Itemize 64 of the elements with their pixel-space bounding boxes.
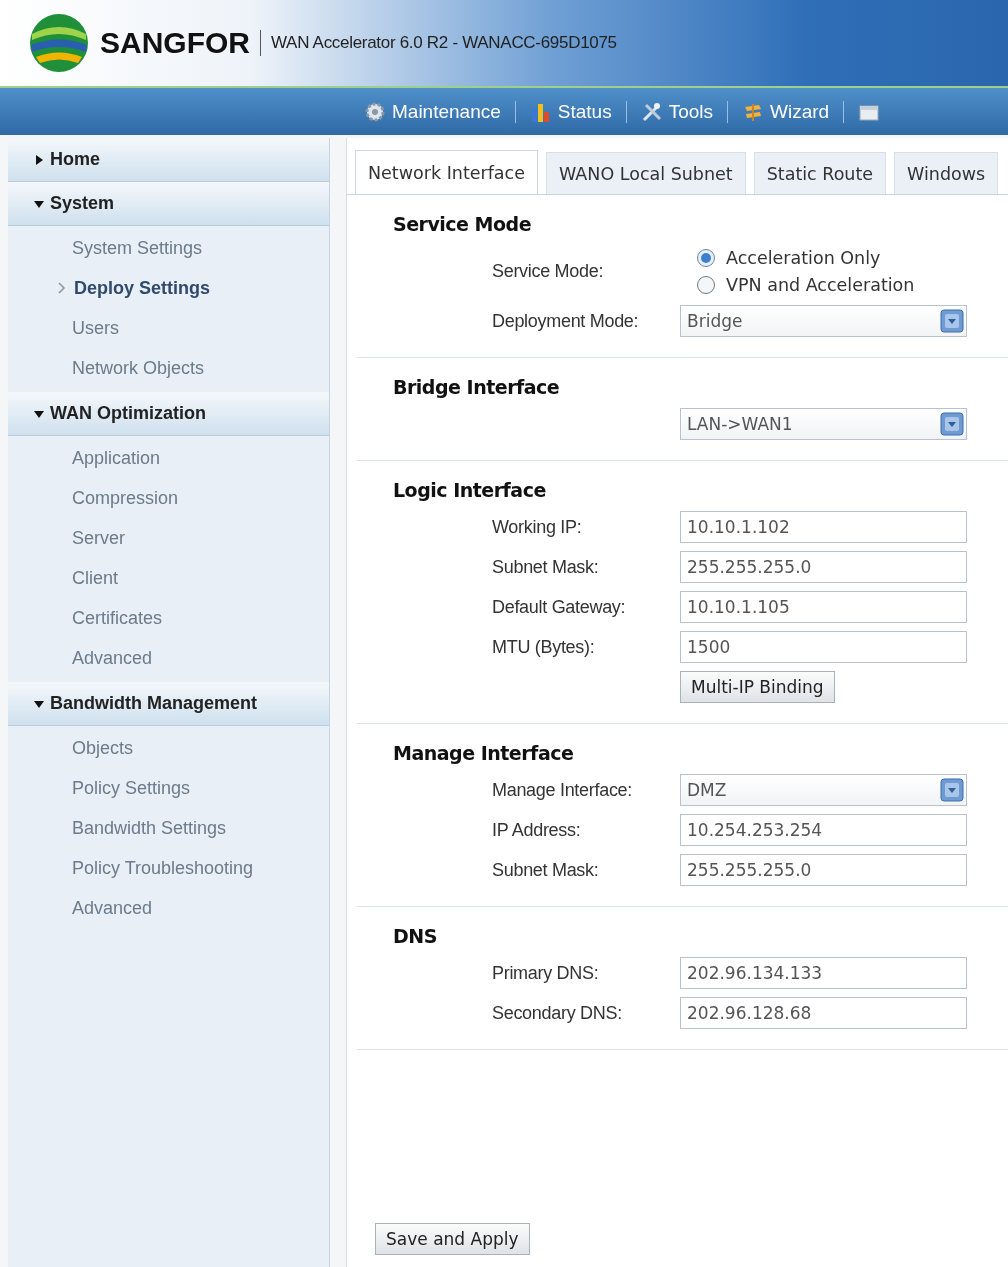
sidebar-item[interactable]: Deploy Settings [8, 268, 329, 308]
input-field[interactable]: 202.96.128.68 [680, 997, 967, 1029]
app-title: WAN Accelerator 6.0 R2 - WANACC-695D1075 [271, 33, 617, 53]
section-title: Bridge Interface [393, 375, 561, 400]
field-label: Manage Interface: [492, 779, 633, 801]
field-label: Deployment Mode: [492, 310, 640, 332]
input-field[interactable]: 202.96.134.133 [680, 957, 967, 989]
field-label: Working IP: [492, 516, 583, 538]
toolbar-button[interactable]: Wizard [728, 100, 845, 123]
section-title: Service Mode [393, 212, 533, 237]
sidebar-item[interactable]: Bandwidth Settings [8, 808, 329, 848]
sidebar-item[interactable]: Policy Troubleshooting [8, 848, 329, 888]
gear-icon [364, 100, 386, 123]
tab[interactable]: Windows [894, 152, 999, 194]
dropdown[interactable]: DMZ [680, 774, 967, 806]
logo-icon [28, 12, 90, 74]
sidebar-item[interactable]: Compression [8, 478, 329, 518]
dropdown[interactable]: LAN->WAN1 [680, 408, 967, 440]
sidebar-group[interactable]: Home [8, 138, 329, 182]
field-label: IP Address: [492, 819, 582, 841]
chevron-icon [58, 282, 66, 294]
section-title: DNS [393, 924, 438, 949]
section-title: Manage Interface [393, 741, 575, 766]
sidebar-item[interactable]: Objects [8, 728, 329, 768]
toolbar-button[interactable]: Tools [626, 100, 729, 123]
input-field[interactable]: 10.254.253.254 [680, 814, 967, 846]
input-field[interactable]: 10.10.1.102 [680, 511, 967, 543]
tab[interactable]: WANO Local Subnet [546, 152, 746, 194]
logo-text: SANGFOR [100, 30, 261, 56]
sidebar-item[interactable]: Application [8, 438, 329, 478]
tab[interactable]: Static Route [753, 152, 887, 194]
field-label: Subnet Mask: [492, 859, 600, 881]
input-field[interactable]: 255.255.255.0 [680, 551, 967, 583]
radio-option[interactable]: VPN and Acceleration [696, 272, 967, 297]
sidebar-item[interactable]: Server [8, 518, 329, 558]
sidebar-item[interactable]: Network Objects [8, 348, 329, 388]
save-button[interactable]: Save and Apply [375, 1223, 530, 1255]
field-label: Default Gateway: [492, 596, 627, 618]
field-label: MTU (Bytes): [492, 636, 596, 658]
sidebar-item[interactable]: Advanced [8, 638, 329, 678]
sidebar-item[interactable]: Users [8, 308, 329, 348]
sidebar-item[interactable]: Certificates [8, 598, 329, 638]
sidebar-group[interactable]: WAN Optimization [8, 392, 329, 436]
sidebar-item[interactable]: System Settings [8, 228, 329, 268]
sidebar-item[interactable]: Advanced [8, 888, 329, 928]
dropdown[interactable]: Bridge [680, 305, 967, 337]
input-field[interactable]: 1500 [680, 631, 967, 663]
field-label: Subnet Mask: [492, 556, 600, 578]
field-label: Service Mode: [492, 260, 605, 282]
input-field[interactable]: 255.255.255.0 [680, 854, 967, 886]
toolbar-button[interactable]: Status [515, 100, 627, 123]
sidebar-item[interactable]: Policy Settings [8, 768, 329, 808]
multi-ip-button[interactable]: Multi-IP Binding [680, 671, 835, 703]
sidebar-item[interactable]: Client [8, 558, 329, 598]
field-label: Secondary DNS: [492, 1002, 623, 1024]
input-field[interactable]: 10.10.1.105 [680, 591, 967, 623]
radio-option[interactable]: Acceleration Only [696, 245, 967, 270]
sidebar-group[interactable]: Bandwidth Management [8, 682, 329, 726]
field-label: Primary DNS: [492, 962, 600, 984]
tools-icon [640, 100, 663, 123]
tab[interactable]: Network Interface [355, 150, 538, 194]
toolbar-button[interactable]: Maintenance [350, 100, 516, 123]
section-title: Logic Interface [393, 478, 547, 503]
sidebar-group[interactable]: System [8, 182, 329, 226]
